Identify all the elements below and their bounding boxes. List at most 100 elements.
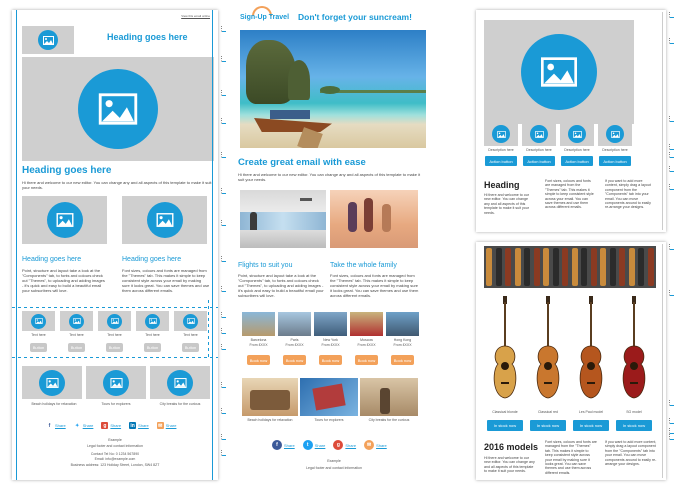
thumbnail-button[interactable]: Button bbox=[182, 343, 199, 352]
drag-handle-icon[interactable]: ⋮ bbox=[666, 244, 673, 251]
share-link[interactable]: Share bbox=[83, 423, 94, 428]
drag-handle-icon[interactable]: ⋮ bbox=[666, 434, 673, 441]
facebook-icon[interactable]: f bbox=[272, 440, 282, 450]
drag-handle-icon[interactable]: ⋮ bbox=[218, 188, 225, 195]
drag-handle-icon[interactable]: ⋮ bbox=[218, 56, 225, 63]
thumbnail-button[interactable]: Button bbox=[106, 343, 123, 352]
email-icon[interactable]: ✉ bbox=[156, 422, 164, 429]
drag-handle-icon[interactable]: ⋮ bbox=[218, 382, 225, 389]
google-plus-icon[interactable]: g bbox=[333, 440, 344, 450]
bottom-photo-city[interactable] bbox=[360, 378, 418, 416]
drag-handle-icon[interactable]: ⋮ bbox=[666, 38, 673, 45]
column-image-2[interactable] bbox=[122, 196, 207, 244]
share-link[interactable]: Share bbox=[376, 443, 387, 448]
drag-handle-icon[interactable]: ⋮ bbox=[666, 12, 673, 19]
drag-handle-icon[interactable]: ⋮ bbox=[218, 328, 225, 335]
drag-handle-icon[interactable]: ⋮ bbox=[218, 90, 225, 97]
share-link[interactable]: Share bbox=[138, 423, 149, 428]
guitar-image[interactable] bbox=[490, 296, 520, 402]
drag-handle-icon[interactable]: ⋮ bbox=[666, 144, 673, 151]
thumbnail-image[interactable] bbox=[98, 311, 131, 331]
linkedin-icon[interactable]: in bbox=[129, 422, 137, 429]
drag-handle-icon[interactable]: ⋮ bbox=[218, 286, 225, 293]
thumbnail-image[interactable] bbox=[60, 311, 93, 331]
drag-handle-icon[interactable]: ⋮ bbox=[666, 428, 673, 435]
city-photo[interactable] bbox=[350, 312, 383, 336]
action-button[interactable]: Action button bbox=[561, 156, 593, 166]
book-now-button[interactable]: Book now bbox=[247, 355, 270, 365]
drag-handle-icon[interactable]: ⋮ bbox=[218, 312, 225, 319]
product-image[interactable] bbox=[522, 122, 556, 146]
product-image[interactable] bbox=[484, 122, 518, 146]
hero-beach-photo[interactable] bbox=[240, 30, 426, 148]
share-link[interactable]: Share bbox=[110, 423, 121, 428]
hero-image-placeholder[interactable] bbox=[484, 20, 634, 124]
guitar-image[interactable] bbox=[533, 296, 563, 402]
drag-handle-icon[interactable]: ⋮ bbox=[666, 116, 673, 123]
drag-handle-icon[interactable]: ⋮ bbox=[666, 184, 673, 191]
thumbnail-image[interactable] bbox=[22, 311, 55, 331]
bottom-image-2[interactable] bbox=[86, 366, 146, 399]
book-now-button[interactable]: Book now bbox=[355, 355, 378, 365]
city-photo[interactable] bbox=[242, 312, 275, 336]
action-button[interactable]: Action button bbox=[485, 156, 517, 166]
in-stock-button[interactable]: In stock now bbox=[616, 420, 652, 431]
thumbnail-button[interactable]: Button bbox=[30, 343, 47, 352]
handle-marker bbox=[222, 349, 226, 350]
thumbnail-image[interactable] bbox=[136, 311, 169, 331]
share-link[interactable]: Share bbox=[55, 423, 66, 428]
city-photo[interactable] bbox=[278, 312, 311, 336]
hero-image-placeholder[interactable] bbox=[22, 57, 214, 161]
column-image-1[interactable] bbox=[22, 196, 107, 244]
book-now-button[interactable]: Book now bbox=[391, 355, 414, 365]
bottom-image-1[interactable] bbox=[22, 366, 82, 399]
drag-handle-icon[interactable]: ⋮ bbox=[666, 418, 673, 425]
drag-handle-icon[interactable]: ⋮ bbox=[218, 450, 225, 457]
drag-handle-icon[interactable]: ⋮ bbox=[218, 26, 225, 33]
drag-handle-icon[interactable]: ⋮ bbox=[666, 152, 673, 159]
share-link[interactable]: Share bbox=[284, 443, 295, 448]
guitar-image[interactable] bbox=[576, 296, 606, 402]
action-button[interactable]: Action button bbox=[523, 156, 555, 166]
twitter-icon[interactable]: ✦ bbox=[73, 422, 81, 429]
bottom-photo-tours[interactable] bbox=[300, 378, 358, 416]
drag-handle-icon[interactable]: ⋮ bbox=[218, 344, 225, 351]
drag-handle-icon[interactable]: ⋮ bbox=[218, 220, 225, 227]
city-photo[interactable] bbox=[314, 312, 347, 336]
facebook-icon[interactable]: f bbox=[46, 422, 53, 429]
city-photo[interactable] bbox=[386, 312, 419, 336]
share-link[interactable]: Share bbox=[315, 443, 326, 448]
airport-photo[interactable] bbox=[240, 190, 326, 248]
guitar-image[interactable] bbox=[619, 296, 649, 402]
thumbnail-button[interactable]: Button bbox=[144, 343, 161, 352]
view-online-link[interactable]: View this email online bbox=[181, 14, 210, 19]
in-stock-button[interactable]: In stock now bbox=[573, 420, 609, 431]
share-link[interactable]: Share bbox=[345, 443, 356, 448]
drag-handle-icon[interactable]: ⋮ bbox=[666, 400, 673, 407]
drag-handle-icon[interactable]: ⋮ bbox=[666, 290, 673, 297]
drag-handle-icon[interactable]: ⋮ bbox=[218, 408, 225, 415]
guitar-wall-photo[interactable] bbox=[484, 246, 656, 288]
book-now-button[interactable]: Book now bbox=[283, 355, 306, 365]
bottom-photo-beach[interactable] bbox=[242, 378, 298, 416]
logo-placeholder[interactable] bbox=[22, 26, 74, 54]
in-stock-button[interactable]: In stock now bbox=[530, 420, 566, 431]
twitter-icon[interactable]: t bbox=[302, 440, 313, 450]
in-stock-button[interactable]: In stock now bbox=[487, 420, 523, 431]
thumbnail-image[interactable] bbox=[174, 311, 207, 331]
drag-handle-icon[interactable]: ⋮ bbox=[218, 118, 225, 125]
product-image[interactable] bbox=[560, 122, 594, 146]
drag-handle-icon[interactable]: ⋮ bbox=[666, 166, 673, 173]
action-button[interactable]: Action button bbox=[599, 156, 631, 166]
drag-handle-icon[interactable]: ⋮ bbox=[218, 434, 225, 441]
product-image[interactable] bbox=[598, 122, 632, 146]
thumbnail-button[interactable]: Button bbox=[68, 343, 85, 352]
bottom-image-3[interactable] bbox=[150, 366, 210, 399]
drag-handle-icon[interactable]: ⋮ bbox=[218, 256, 225, 263]
drag-handle-icon[interactable]: ⋮ bbox=[218, 152, 225, 159]
share-link[interactable]: Share bbox=[166, 423, 177, 428]
google-plus-icon[interactable]: g bbox=[101, 422, 109, 429]
email-icon[interactable]: ✉ bbox=[364, 440, 375, 450]
family-photo[interactable] bbox=[330, 190, 418, 248]
book-now-button[interactable]: Book now bbox=[319, 355, 342, 365]
